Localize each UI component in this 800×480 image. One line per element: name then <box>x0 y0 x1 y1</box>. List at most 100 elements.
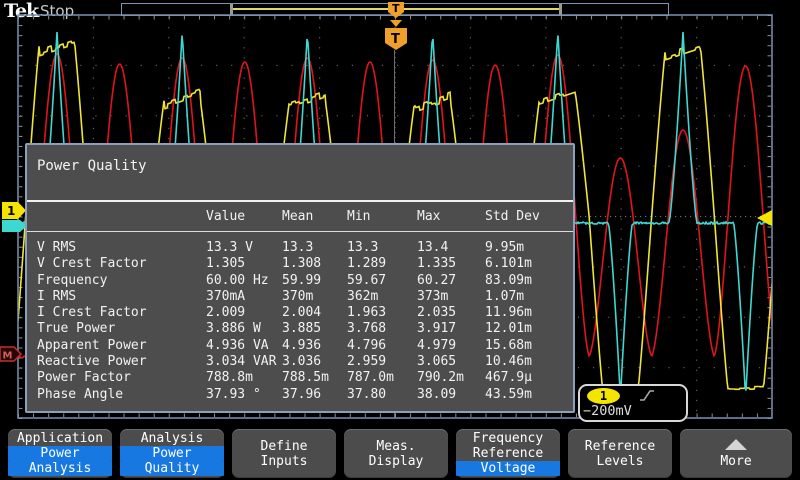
column-header: Min <box>347 209 417 224</box>
svg-text:M: M <box>3 351 13 362</box>
table-row: Reactive Power3.034 VAR3.0362.9593.06510… <box>37 354 571 370</box>
measurement-value: 362m <box>347 289 417 305</box>
measurement-value: 2.004 <box>282 305 347 321</box>
column-header: Value <box>206 209 282 224</box>
measurement-value: 9.95m <box>485 240 571 256</box>
measurement-value: 1.308 <box>282 256 347 272</box>
button-line: Levels <box>568 454 672 469</box>
button-line: Meas. <box>344 439 448 454</box>
measurement-value: 3.034 VAR <box>206 354 282 370</box>
button-line: Display <box>344 454 448 469</box>
measurement-value: 1.289 <box>347 256 417 272</box>
ch1-badge: 1 <box>587 388 620 404</box>
measurement-value: 3.768 <box>347 321 417 337</box>
column-header-spacer <box>37 209 206 224</box>
column-header: Mean <box>282 209 347 224</box>
button-line: More <box>680 454 792 469</box>
measurement-value: 60.27 <box>417 273 485 289</box>
button-line: Reference <box>456 446 560 461</box>
menu-bar: ApplicationPowerAnalysisAnalysisPowerQua… <box>0 428 800 480</box>
menu-button-define[interactable]: DefineInputs <box>232 429 336 478</box>
measurement-label: Reactive Power <box>37 354 206 370</box>
measurement-value: 3.885 <box>282 321 347 337</box>
measurement-table: V RMS13.3 V13.313.313.49.95mV Crest Fact… <box>37 240 571 403</box>
measurement-value: 4.936 VA <box>206 338 282 354</box>
measurement-value: 15.68m <box>485 338 571 354</box>
button-line: Frequency <box>456 431 560 446</box>
measurement-value: 43.59m <box>485 387 571 403</box>
svg-text:T: T <box>391 32 400 47</box>
measurement-value: 13.4 <box>417 240 485 256</box>
trigger-level-marker[interactable] <box>757 210 772 226</box>
table-row: Phase Angle37.93 °37.9637.8038.0943.59m <box>37 387 571 403</box>
measurement-label: True Power <box>37 321 206 337</box>
measurement-value: 38.09 <box>417 387 485 403</box>
table-row: Power Factor788.8m788.5m787.0m790.2m467.… <box>37 370 571 386</box>
measurement-value: 1.07m <box>485 289 571 305</box>
menu-button-more[interactable]: More <box>680 429 792 478</box>
table-row: V Crest Factor1.3051.3081.2891.3356.101m <box>37 256 571 272</box>
measurement-value: 1.305 <box>206 256 282 272</box>
measurement-value: 59.67 <box>347 273 417 289</box>
measurement-label: Frequency <box>37 273 206 289</box>
button-line: Power <box>8 446 112 461</box>
measurement-value: 373m <box>417 289 485 305</box>
up-arrow-icon <box>725 439 747 450</box>
measurement-value: 11.96m <box>485 305 571 321</box>
popup-title: Power Quality <box>37 158 147 174</box>
table-row: Frequency60.00 Hz59.9959.6760.2783.09m <box>37 273 571 289</box>
measurement-value: 3.886 W <box>206 321 282 337</box>
button-line: Power <box>120 446 224 461</box>
measurement-value: 2.959 <box>347 354 417 370</box>
measurement-label: Phase Angle <box>37 387 206 403</box>
trigger-level-value: −200mV <box>583 403 632 419</box>
measurement-value: 787.0m <box>347 370 417 386</box>
svg-text:T: T <box>392 2 400 15</box>
measurement-value: 2.035 <box>417 305 485 321</box>
measurement-value: 59.99 <box>282 273 347 289</box>
table-row: V RMS13.3 V13.313.313.49.95m <box>37 240 571 256</box>
measurement-value: 4.936 <box>282 338 347 354</box>
button-line: Quality <box>120 461 224 476</box>
measurement-value: 3.917 <box>417 321 485 337</box>
measurement-value: 1.335 <box>417 256 485 272</box>
measurement-value: 467.9µ <box>485 370 571 386</box>
trigger-readout: 1 −200mV <box>578 384 688 422</box>
table-row: I Crest Factor2.0092.0041.9632.03511.96m <box>37 305 571 321</box>
button-line: Reference <box>568 439 672 454</box>
measurement-label: Power Factor <box>37 370 206 386</box>
menu-button-frequency[interactable]: FrequencyReferenceVoltage <box>456 429 560 478</box>
measurement-value: 13.3 <box>282 240 347 256</box>
measurement-label: V Crest Factor <box>37 256 206 272</box>
measurement-value: 12.01m <box>485 321 571 337</box>
menu-button-analysis[interactable]: AnalysisPowerQuality <box>120 429 224 478</box>
measurement-value: 370mA <box>206 289 282 305</box>
measurement-value: 13.3 <box>347 240 417 256</box>
measurement-value: 3.065 <box>417 354 485 370</box>
button-line: Application <box>8 431 112 446</box>
svg-text:1: 1 <box>7 204 15 218</box>
separator <box>27 231 573 232</box>
menu-button-meas-[interactable]: Meas.Display <box>344 429 448 478</box>
measurement-value: 13.3 V <box>206 240 282 256</box>
measurement-value: 788.5m <box>282 370 347 386</box>
button-line: Define <box>232 439 336 454</box>
measurement-value: 1.963 <box>347 305 417 321</box>
menu-button-reference[interactable]: ReferenceLevels <box>568 429 672 478</box>
ch1-marker[interactable]: 1 <box>2 202 26 219</box>
measurement-value: 37.80 <box>347 387 417 403</box>
button-line: Analysis <box>8 461 112 476</box>
measurement-value: 3.036 <box>282 354 347 370</box>
measurement-value: 6.101m <box>485 256 571 272</box>
measurement-value: 4.979 <box>417 338 485 354</box>
trigger-position-marker[interactable]: TT <box>385 2 407 50</box>
measurement-label: I Crest Factor <box>37 305 206 321</box>
measurement-label: Apparent Power <box>37 338 206 354</box>
measurement-value: 370m <box>282 289 347 305</box>
measurement-value: 788.8m <box>206 370 282 386</box>
measurement-label: V RMS <box>37 240 206 256</box>
menu-button-application[interactable]: ApplicationPowerAnalysis <box>8 429 112 478</box>
measurement-label: I RMS <box>37 289 206 305</box>
button-line: Voltage <box>456 461 560 476</box>
measurement-value: 60.00 Hz <box>206 273 282 289</box>
